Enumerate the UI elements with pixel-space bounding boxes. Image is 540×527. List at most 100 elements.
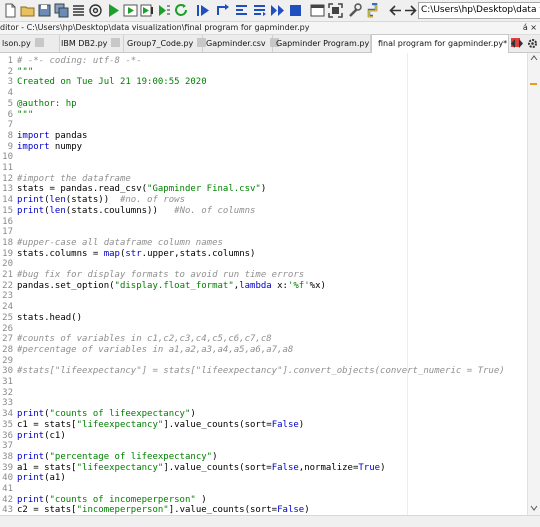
code-line[interactable]: 4 xyxy=(0,88,17,99)
code-line[interactable]: 9 import numpy xyxy=(0,142,82,153)
code-line[interactable]: 40 print(a1) xyxy=(0,473,66,484)
maximize-pane-icon[interactable] xyxy=(310,3,325,18)
scroll-down-icon[interactable] xyxy=(530,505,538,511)
code-line[interactable]: 14 print(len(stats)) #no. of rows xyxy=(0,195,185,206)
code-line[interactable]: 20 xyxy=(0,259,17,270)
code-line[interactable]: 2 """ xyxy=(0,67,34,78)
line-number: 36 xyxy=(2,430,13,441)
code-token: #counts of variables in c1,c2,c3,c4,c5,c… xyxy=(17,334,272,345)
run-icon[interactable] xyxy=(106,3,121,18)
stop-icon[interactable] xyxy=(288,3,303,18)
code-line[interactable]: 6 """ xyxy=(0,110,34,121)
save-icon[interactable] xyxy=(37,3,52,18)
line-number: 19 xyxy=(2,248,13,259)
tab-gapminder-csv[interactable]: Gapminder.csv xyxy=(203,35,279,52)
code-token: print xyxy=(17,409,45,420)
line-number: 20 xyxy=(2,259,13,270)
code-line[interactable]: 11 xyxy=(0,163,17,174)
code-line[interactable]: 1 # -*- coding: utf-8 -*- xyxy=(0,56,142,67)
code-line[interactable]: 26 xyxy=(0,324,17,335)
tab-group7-code[interactable]: Group7_Code.py xyxy=(124,35,207,52)
code-line[interactable]: 17 xyxy=(0,227,17,238)
run-cell-icon[interactable] xyxy=(123,3,138,18)
line-number: 8 xyxy=(7,130,13,141)
run-selection-icon[interactable] xyxy=(157,3,172,18)
code-line[interactable]: 32 xyxy=(0,388,17,399)
code-line[interactable]: 23 xyxy=(0,291,17,302)
debug-icon[interactable] xyxy=(196,3,211,18)
code-line[interactable]: 13 stats = pandas.read_csv("Gapminder Fin… xyxy=(0,184,266,195)
code-line[interactable]: 10 xyxy=(0,152,17,163)
line-number: 10 xyxy=(2,152,13,163)
code-line[interactable]: 29 xyxy=(0,356,17,367)
code-line[interactable]: 43 c2 = stats["incomeperperson"].value_co… xyxy=(0,505,309,515)
code-token: "Gapminder Final.csv" xyxy=(147,184,261,195)
line-number: 31 xyxy=(2,377,13,387)
edge-line xyxy=(407,53,408,515)
close-icon[interactable] xyxy=(111,38,121,47)
back-arrow-icon[interactable] xyxy=(388,3,403,18)
code-line[interactable]: 33 xyxy=(0,398,17,409)
step-return-icon[interactable] xyxy=(252,3,267,18)
step-icon[interactable] xyxy=(215,3,230,18)
tab-scroll-left-icon[interactable] xyxy=(509,38,517,49)
run-cell-advance-icon[interactable] xyxy=(140,3,155,18)
code-line[interactable]: 22 pandas.set_option("display.float_forma… xyxy=(0,281,326,292)
tab-ibm-db2[interactable]: IBM DB2.py xyxy=(58,35,124,52)
code-line[interactable]: 5 @author: hp xyxy=(0,99,77,110)
code-line[interactable]: 7 xyxy=(0,120,17,131)
python-path-icon[interactable] xyxy=(365,3,380,18)
tab-gapminder-program[interactable]: Gapminder Program.py xyxy=(273,35,383,52)
code-token: #percentage of variables in a1,a2,a3,a4,… xyxy=(17,344,294,355)
code-token: print xyxy=(17,494,45,505)
window-controls[interactable]: á × xyxy=(523,22,537,34)
code-editor[interactable]: 1 # -*- coding: utf-8 -*- 2 """ 3 Created on … xyxy=(0,53,540,515)
code-line[interactable]: 8 import pandas xyxy=(0,130,88,142)
code-line[interactable]: 41 xyxy=(0,484,17,495)
line-number: 18 xyxy=(2,237,13,248)
code-line[interactable]: 18 #upper-case all dataframe column names xyxy=(0,238,223,249)
code-line[interactable]: 31 xyxy=(0,377,17,388)
code-line[interactable]: 39 a1 = stats["lifeexpectancy"].value_cou… xyxy=(0,462,386,474)
tab-final-program[interactable]: final program for gapminder.py* xyxy=(371,34,521,54)
tab-scroll-right-icon[interactable] xyxy=(517,38,525,49)
code-line[interactable]: 27 #counts of variables in c1,c2,c3,c4,c5… xyxy=(0,334,272,345)
code-line[interactable]: 34 print("counts of lifeexpectancy") xyxy=(0,409,196,420)
list-icon[interactable] xyxy=(71,3,86,18)
line-number: 29 xyxy=(2,355,13,366)
code-line[interactable]: 12 #import the dataframe xyxy=(0,174,131,185)
line-number: 14 xyxy=(2,195,13,206)
step-into-icon[interactable] xyxy=(234,3,249,18)
code-line[interactable]: 3 Created on Tue Jul 21 19:00:55 2020 xyxy=(0,77,207,88)
new-file-icon[interactable] xyxy=(3,3,18,18)
scroll-up-icon[interactable] xyxy=(530,55,538,61)
gear-icon[interactable] xyxy=(527,38,538,49)
code-line[interactable]: 38 print("percentage of lifeexpectancy") xyxy=(0,452,217,463)
code-line[interactable]: 25 stats.head() xyxy=(0,313,82,324)
save-all-icon[interactable] xyxy=(54,3,69,18)
code-line[interactable]: 35 c1 = stats["lifeexpectancy"].value_cou… xyxy=(0,420,304,431)
fullscreen-icon[interactable] xyxy=(328,3,343,18)
tools-icon[interactable] xyxy=(347,3,362,18)
code-line[interactable]: 21 #bug fix for display formats to avoid … xyxy=(0,270,304,281)
open-folder-icon[interactable] xyxy=(20,3,35,18)
code-line[interactable]: 36 print(c1) xyxy=(0,431,66,442)
code-token: "incomeperperson" xyxy=(76,505,169,515)
close-icon[interactable] xyxy=(34,38,44,47)
code-line[interactable]: 16 xyxy=(0,217,17,228)
code-line[interactable]: 28 #percentage of variables in a1,a2,a3,a… xyxy=(0,345,293,356)
vertical-scrollbar[interactable] xyxy=(527,53,540,515)
code-token: ) xyxy=(380,462,386,473)
working-directory-input[interactable]: C:\Users\hp\Desktop\data visualization xyxy=(418,2,540,19)
code-line[interactable]: 42 print("counts of incomeperperson" ) xyxy=(0,495,207,506)
continue-icon[interactable] xyxy=(270,3,285,18)
code-line[interactable]: 19 stats.columns = map(str.upper,stats.co… xyxy=(0,249,255,260)
forward-arrow-icon[interactable] xyxy=(403,3,418,18)
tab-lson[interactable]: lson.py xyxy=(0,35,60,52)
code-line[interactable]: 24 xyxy=(0,302,17,313)
code-line[interactable]: 15 print(len(stats.coulumns)) #No. of col… xyxy=(0,206,255,217)
rerun-icon[interactable] xyxy=(174,3,189,18)
at-icon[interactable] xyxy=(88,3,103,18)
code-line[interactable]: 30 #stats["lifeexpectancy"] = stats["life… xyxy=(0,366,505,377)
code-line[interactable]: 37 xyxy=(0,441,17,452)
